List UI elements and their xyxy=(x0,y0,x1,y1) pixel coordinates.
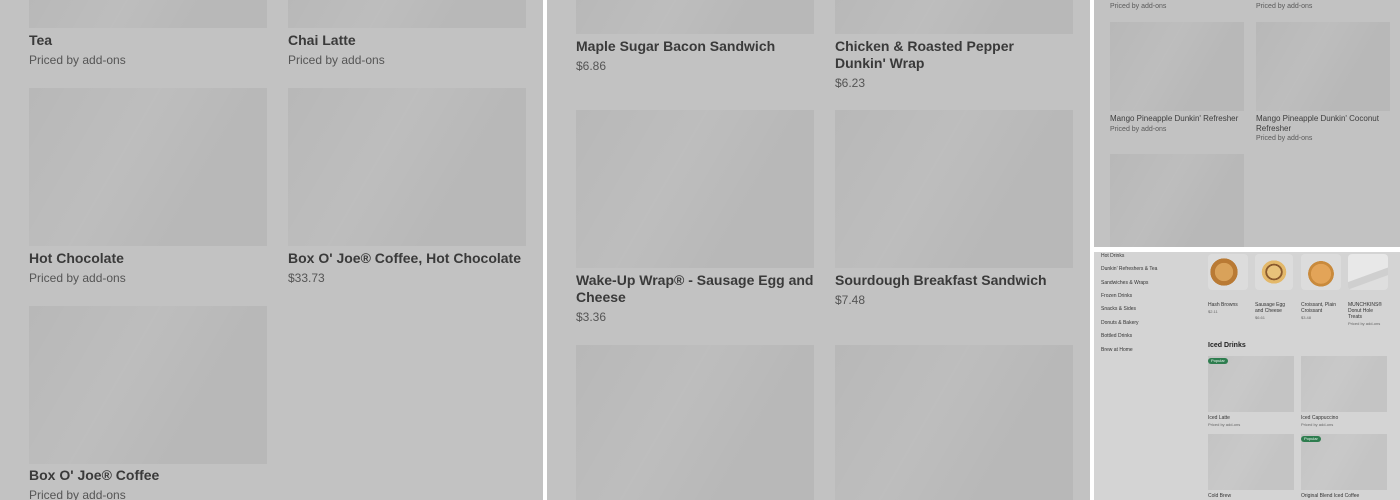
sausage-egg-cheese-image[interactable] xyxy=(1255,254,1293,290)
tea-price: Priced by add-ons xyxy=(29,53,126,67)
menu-panel-hot-drinks: Tea Priced by add-ons Chai Latte Priced … xyxy=(0,0,543,500)
box-o-joe-hot-chocolate-price: $33.73 xyxy=(288,271,325,285)
menu-panel-sandwiches: Maple Sugar Bacon Sandwich $6.86 Chicken… xyxy=(547,0,1090,500)
section-title-iced-drinks: Iced Drinks xyxy=(1208,342,1246,349)
chicken-wrap-image[interactable] xyxy=(835,0,1073,34)
iced-cappuccino-price: Priced by add-ons xyxy=(1301,422,1334,427)
hash-browns-title[interactable]: Hash Browns xyxy=(1208,302,1238,308)
original-blend-title[interactable]: Original Blend Iced Coffee xyxy=(1301,493,1359,499)
nav-brew-at-home[interactable]: Brew at Home xyxy=(1101,347,1133,353)
hot-chocolate-image[interactable] xyxy=(29,88,267,246)
item-price: Priced by add-ons xyxy=(1256,3,1313,10)
mango-coconut-refresher-title[interactable]: Mango Pineapple Dunkin' Coconut Refreshe… xyxy=(1256,114,1390,134)
nav-snacks-sides[interactable]: Snacks & Sides xyxy=(1101,306,1136,312)
maple-bacon-price: $6.86 xyxy=(576,59,607,73)
croissant-title[interactable]: Croissant, Plain Croissant xyxy=(1301,302,1341,314)
box-o-joe-hot-chocolate-title[interactable]: Box O' Joe® Coffee, Hot Chocolate xyxy=(288,250,521,267)
mango-refresher-price: Priced by add-ons xyxy=(1110,126,1167,133)
chai-latte-price: Priced by add-ons xyxy=(288,53,385,67)
sourdough-sandwich-image[interactable] xyxy=(835,110,1073,268)
chicken-wrap-price: $6.23 xyxy=(835,76,866,90)
iced-latte-price: Priced by add-ons xyxy=(1208,422,1241,427)
iced-cappuccino-title[interactable]: Iced Cappuccino xyxy=(1301,415,1338,421)
iced-latte-image[interactable] xyxy=(1208,356,1294,412)
croissant-price: $3.48 xyxy=(1301,315,1312,320)
mango-refresher-title[interactable]: Mango Pineapple Dunkin' Refresher xyxy=(1110,114,1244,124)
hash-browns-price: $2.11 xyxy=(1208,309,1218,314)
nav-donuts-bakery[interactable]: Donuts & Bakery xyxy=(1101,320,1139,326)
iced-latte-title[interactable]: Iced Latte xyxy=(1208,415,1230,421)
box-o-joe-image[interactable] xyxy=(29,306,267,464)
box-o-joe-price: Priced by add-ons xyxy=(29,488,126,500)
tea-title[interactable]: Tea xyxy=(29,32,52,49)
mango-refresher-image[interactable] xyxy=(1110,22,1244,111)
munchkins-image[interactable] xyxy=(1348,254,1388,290)
item-image[interactable] xyxy=(835,345,1073,500)
wake-up-wrap-price: $3.36 xyxy=(576,310,607,324)
hash-browns-image[interactable] xyxy=(1208,254,1248,290)
sourdough-sandwich-price: $7.48 xyxy=(835,293,866,307)
munchkins-price: Priced by add-ons xyxy=(1348,321,1381,326)
sausage-egg-cheese-title[interactable]: Sausage Egg and Cheese xyxy=(1255,302,1293,314)
cold-brew-image[interactable] xyxy=(1208,434,1294,490)
item-image[interactable] xyxy=(1110,154,1244,247)
menu-panel-iced-drinks: Hot Drinks Dunkin' Refreshers & Tea Sand… xyxy=(1094,252,1400,500)
nav-hot-drinks[interactable]: Hot Drinks xyxy=(1101,253,1124,259)
mango-coconut-refresher-image[interactable] xyxy=(1256,22,1390,111)
maple-bacon-title[interactable]: Maple Sugar Bacon Sandwich xyxy=(576,38,814,55)
nav-refreshers-tea[interactable]: Dunkin' Refreshers & Tea xyxy=(1101,266,1157,272)
munchkins-title[interactable]: MUNCHKINS® Donut Hole Treats xyxy=(1348,302,1388,320)
hot-chocolate-title[interactable]: Hot Chocolate xyxy=(29,250,124,267)
wake-up-wrap-image[interactable] xyxy=(576,110,814,268)
original-blend-image[interactable] xyxy=(1301,434,1387,490)
item-price: Priced by add-ons xyxy=(1110,3,1167,10)
nav-sandwiches-wraps[interactable]: Sandwiches & Wraps xyxy=(1101,280,1148,286)
cold-brew-title[interactable]: Cold Brew xyxy=(1208,493,1231,499)
hot-chocolate-price: Priced by add-ons xyxy=(29,271,126,285)
box-o-joe-hot-chocolate-image[interactable] xyxy=(288,88,526,246)
chicken-wrap-title[interactable]: Chicken & Roasted Pepper Dunkin' Wrap xyxy=(835,38,1065,72)
menu-panel-refreshers: Priced by add-ons Priced by add-ons Mang… xyxy=(1094,0,1400,247)
chai-latte-image[interactable] xyxy=(288,0,526,28)
maple-bacon-image[interactable] xyxy=(576,0,814,34)
sourdough-sandwich-title[interactable]: Sourdough Breakfast Sandwich xyxy=(835,272,1073,289)
sausage-egg-cheese-price: $6.61 xyxy=(1255,315,1266,320)
nav-frozen-drinks[interactable]: Frozen Drinks xyxy=(1101,293,1132,299)
popular-badge: Popular xyxy=(1208,358,1228,364)
mango-coconut-refresher-price: Priced by add-ons xyxy=(1256,135,1313,142)
popular-badge: Popular xyxy=(1301,436,1321,442)
wake-up-wrap-title[interactable]: Wake-Up Wrap® - Sausage Egg and Cheese xyxy=(576,272,814,306)
croissant-image[interactable] xyxy=(1301,254,1341,290)
chai-latte-title[interactable]: Chai Latte xyxy=(288,32,356,49)
iced-cappuccino-image[interactable] xyxy=(1301,356,1387,412)
item-image[interactable] xyxy=(576,345,814,500)
nav-bottled-drinks[interactable]: Bottled Drinks xyxy=(1101,333,1132,339)
tea-image[interactable] xyxy=(29,0,267,28)
box-o-joe-title[interactable]: Box O' Joe® Coffee xyxy=(29,467,159,484)
